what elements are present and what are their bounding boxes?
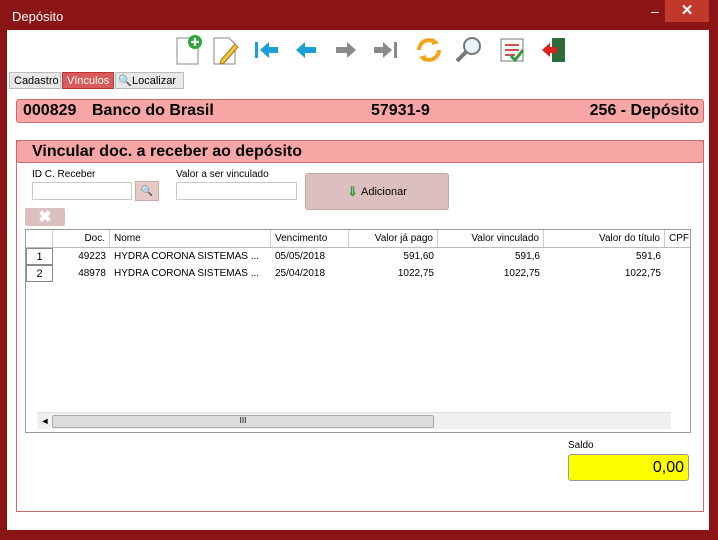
cell-valor-titulo: 1022,75 [624,268,661,279]
delete-button[interactable]: ✖ [25,208,65,226]
bank-name: Banco do Brasil [92,102,214,119]
exit-icon [542,38,565,62]
col-valor-vinculado[interactable]: Valor vinculado [438,230,544,247]
edit-record-button[interactable] [209,33,243,67]
last-record-button[interactable] [369,33,403,67]
tab-vinculos[interactable]: Vínculos [62,72,114,89]
last-icon [374,42,397,58]
amount-label: Valor a ser vinculado [176,169,269,180]
checklist-button[interactable] [495,33,529,67]
col-vencimento[interactable]: Vencimento [271,230,349,247]
tab-localizar[interactable]: 🔍 Localizar [115,72,184,89]
table-header: Doc. Nome Vencimento Valor já pago Valor… [26,230,690,248]
down-arrow-icon: ⇓ [347,183,359,199]
client-area: Cadastro Vínculos 🔍 Localizar 000829 Ban… [7,30,709,530]
section-title: Vincular doc. a receber ao depósito [16,140,704,163]
saldo-value: 0,00 [568,454,689,481]
table-row[interactable]: 1 49223 HYDRA CORONA SISTEMAS ... 05/05/… [26,248,690,265]
window-title: Depósito [12,9,64,24]
new-record-button[interactable] [172,33,206,67]
col-valor-titulo[interactable]: Valor do título [544,230,665,247]
close-icon: ✖ [38,209,52,226]
deposit-type: 256 - Depósito [589,102,699,119]
cell-cpf [665,265,690,282]
search-icon: 🔍 [140,185,154,197]
cell-nome: HYDRA CORONA SISTEMAS ... [114,251,260,262]
deposit-header: 000829 Banco do Brasil 57931-9 256 - Dep… [16,99,704,123]
add-button-label: Adicionar [361,185,407,198]
col-nome[interactable]: Nome [110,230,271,247]
scroll-left-icon[interactable]: ◄ [39,414,51,428]
table-row[interactable]: 2 48978 HYDRA CORONA SISTEMAS ... 25/04/… [26,265,690,282]
app-window: Depósito – ✕ Cadastro Vínculos 🔍 Localiz… [0,0,718,540]
refresh-button[interactable] [412,33,446,67]
col-valor-pago[interactable]: Valor já pago [349,230,438,247]
new-doc-icon [176,35,202,65]
linked-docs-table: Doc. Nome Vencimento Valor já pago Valor… [25,229,691,433]
prev-record-button[interactable] [289,33,323,67]
id-receber-input[interactable] [32,182,132,200]
first-record-button[interactable] [249,33,283,67]
row-number-header [26,230,53,247]
col-cpf[interactable]: CPF [665,230,690,247]
id-receber-label: ID C. Receber [32,169,96,180]
add-button[interactable]: ⇓ Adicionar [305,173,449,210]
next-icon [336,42,356,58]
row-number[interactable]: 2 [26,265,53,282]
horizontal-scrollbar[interactable]: ◄ III [37,412,671,429]
cell-valor-pago: 1022,75 [397,268,434,279]
cell-valor-vinculado: 1022,75 [503,268,540,279]
cell-doc: 48978 [78,268,106,279]
refresh-icon [417,38,441,62]
deposit-code: 000829 [23,102,77,119]
cell-vencimento: 05/05/2018 [275,251,326,262]
exit-button[interactable] [537,33,571,67]
scroll-thumb[interactable]: III [52,415,434,428]
cell-nome: HYDRA CORONA SISTEMAS ... [114,268,260,279]
search-button[interactable] [452,33,486,67]
title-bar[interactable]: Depósito – ✕ [0,0,718,30]
cell-valor-titulo: 591,6 [635,251,661,262]
cell-vencimento: 25/04/2018 [275,268,326,279]
close-button[interactable]: ✕ [665,0,709,22]
cell-valor-vinculado: 591,6 [514,251,540,262]
cell-doc: 49223 [78,251,106,262]
saldo-label: Saldo [568,440,594,451]
magnifier-icon: 🔍 [118,75,132,87]
edit-doc-icon [213,37,239,65]
cell-valor-pago: 591,60 [403,251,434,262]
prev-icon [296,42,316,58]
id-search-button[interactable]: 🔍 [135,181,159,201]
tab-cadastro[interactable]: Cadastro [9,72,61,89]
row-number[interactable]: 1 [26,248,53,265]
cell-cpf [665,248,690,265]
col-doc[interactable]: Doc. [53,230,110,247]
amount-input[interactable] [176,182,297,200]
account-number: 57931-9 [371,102,430,119]
next-record-button[interactable] [329,33,363,67]
search-icon [455,37,481,63]
tab-localizar-label: Localizar [132,75,177,87]
first-icon [255,42,278,58]
checklist-icon [500,38,525,63]
